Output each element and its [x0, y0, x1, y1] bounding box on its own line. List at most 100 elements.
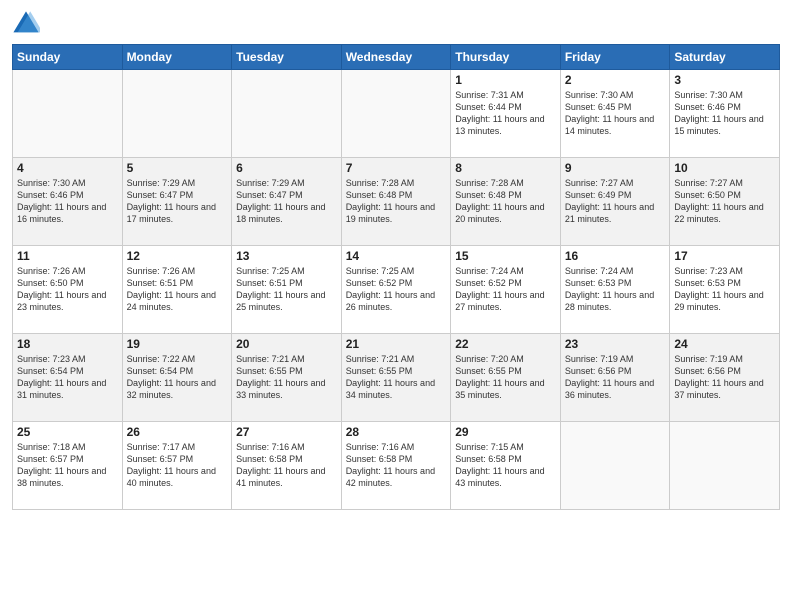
calendar-cell: 10 Sunrise: 7:27 AMSunset: 6:50 PMDayligh…: [670, 158, 780, 246]
day-info: Sunrise: 7:17 AMSunset: 6:57 PMDaylight:…: [127, 441, 228, 490]
day-info: Sunrise: 7:27 AMSunset: 6:50 PMDaylight:…: [674, 177, 775, 226]
day-info: Sunrise: 7:18 AMSunset: 6:57 PMDaylight:…: [17, 441, 118, 490]
day-info: Sunrise: 7:23 AMSunset: 6:54 PMDaylight:…: [17, 353, 118, 402]
col-header-friday: Friday: [560, 45, 670, 70]
day-info: Sunrise: 7:23 AMSunset: 6:53 PMDaylight:…: [674, 265, 775, 314]
calendar-cell: 14 Sunrise: 7:25 AMSunset: 6:52 PMDayligh…: [341, 246, 451, 334]
calendar-cell: 8 Sunrise: 7:28 AMSunset: 6:48 PMDaylight…: [451, 158, 561, 246]
page: SundayMondayTuesdayWednesdayThursdayFrid…: [0, 0, 792, 612]
day-info: Sunrise: 7:20 AMSunset: 6:55 PMDaylight:…: [455, 353, 556, 402]
logo: [12, 10, 44, 38]
day-info: Sunrise: 7:19 AMSunset: 6:56 PMDaylight:…: [565, 353, 666, 402]
calendar-cell: [560, 422, 670, 510]
day-number: 11: [17, 249, 118, 263]
calendar-cell: 4 Sunrise: 7:30 AMSunset: 6:46 PMDaylight…: [13, 158, 123, 246]
day-number: 15: [455, 249, 556, 263]
day-number: 23: [565, 337, 666, 351]
day-number: 21: [346, 337, 447, 351]
day-number: 26: [127, 425, 228, 439]
col-header-monday: Monday: [122, 45, 232, 70]
calendar-cell: 15Sunrise: 7:24 AMSunset: 6:52 PMDayligh…: [451, 246, 561, 334]
logo-icon: [12, 10, 40, 38]
day-number: 14: [346, 249, 447, 263]
day-info: Sunrise: 7:24 AMSunset: 6:53 PMDaylight:…: [565, 265, 666, 314]
day-info: Sunrise: 7:26 AMSunset: 6:50 PMDaylight:…: [17, 265, 118, 314]
calendar-cell: 18 Sunrise: 7:23 AMSunset: 6:54 PMDayligh…: [13, 334, 123, 422]
calendar-cell: 29 Sunrise: 7:15 AMSunset: 6:58 PMDayligh…: [451, 422, 561, 510]
day-info: Sunrise: 7:25 AMSunset: 6:51 PMDaylight:…: [236, 265, 337, 314]
calendar-week-2: 4 Sunrise: 7:30 AMSunset: 6:46 PMDaylight…: [13, 158, 780, 246]
calendar-cell: 16 Sunrise: 7:24 AMSunset: 6:53 PMDayligh…: [560, 246, 670, 334]
col-header-saturday: Saturday: [670, 45, 780, 70]
day-number: 19: [127, 337, 228, 351]
day-number: 25: [17, 425, 118, 439]
day-info: Sunrise: 7:27 AMSunset: 6:49 PMDaylight:…: [565, 177, 666, 226]
calendar-cell: 6 Sunrise: 7:29 AMSunset: 6:47 PMDaylight…: [232, 158, 342, 246]
day-info: Sunrise: 7:16 AMSunset: 6:58 PMDaylight:…: [346, 441, 447, 490]
calendar-cell: 20 Sunrise: 7:21 AMSunset: 6:55 PMDayligh…: [232, 334, 342, 422]
calendar-cell: 19Sunrise: 7:22 AMSunset: 6:54 PMDayligh…: [122, 334, 232, 422]
calendar-cell: [13, 70, 123, 158]
calendar-cell: [670, 422, 780, 510]
calendar-cell: [341, 70, 451, 158]
calendar-week-3: 11 Sunrise: 7:26 AMSunset: 6:50 PMDayligh…: [13, 246, 780, 334]
calendar-cell: 23 Sunrise: 7:19 AMSunset: 6:56 PMDayligh…: [560, 334, 670, 422]
day-number: 28: [346, 425, 447, 439]
calendar-cell: 21 Sunrise: 7:21 AMSunset: 6:55 PMDayligh…: [341, 334, 451, 422]
day-number: 17: [674, 249, 775, 263]
calendar-cell: 11 Sunrise: 7:26 AMSunset: 6:50 PMDayligh…: [13, 246, 123, 334]
day-number: 3: [674, 73, 775, 87]
calendar-cell: 3Sunrise: 7:30 AMSunset: 6:46 PMDaylight…: [670, 70, 780, 158]
calendar-week-5: 25 Sunrise: 7:18 AMSunset: 6:57 PMDayligh…: [13, 422, 780, 510]
day-info: Sunrise: 7:21 AMSunset: 6:55 PMDaylight:…: [236, 353, 337, 402]
day-number: 20: [236, 337, 337, 351]
calendar-cell: [122, 70, 232, 158]
day-number: 6: [236, 161, 337, 175]
day-number: 22: [455, 337, 556, 351]
day-number: 18: [17, 337, 118, 351]
day-number: 12: [127, 249, 228, 263]
calendar-cell: 17 Sunrise: 7:23 AMSunset: 6:53 PMDayligh…: [670, 246, 780, 334]
day-number: 8: [455, 161, 556, 175]
col-header-tuesday: Tuesday: [232, 45, 342, 70]
day-info: Sunrise: 7:25 AMSunset: 6:52 PMDaylight:…: [346, 265, 447, 314]
calendar-cell: 12 Sunrise: 7:26 AMSunset: 6:51 PMDayligh…: [122, 246, 232, 334]
day-info: Sunrise: 7:28 AMSunset: 6:48 PMDaylight:…: [455, 177, 556, 226]
calendar-cell: 9 Sunrise: 7:27 AMSunset: 6:49 PMDaylight…: [560, 158, 670, 246]
day-number: 29: [455, 425, 556, 439]
calendar-week-4: 18 Sunrise: 7:23 AMSunset: 6:54 PMDayligh…: [13, 334, 780, 422]
day-number: 10: [674, 161, 775, 175]
header: [12, 10, 780, 38]
day-info: Sunrise: 7:30 AMSunset: 6:46 PMDaylight:…: [17, 177, 118, 226]
day-number: 7: [346, 161, 447, 175]
day-number: 16: [565, 249, 666, 263]
day-info: Sunrise: 7:16 AMSunset: 6:58 PMDaylight:…: [236, 441, 337, 490]
calendar-cell: 28 Sunrise: 7:16 AMSunset: 6:58 PMDayligh…: [341, 422, 451, 510]
day-number: 24: [674, 337, 775, 351]
calendar-cell: 25 Sunrise: 7:18 AMSunset: 6:57 PMDayligh…: [13, 422, 123, 510]
day-number: 9: [565, 161, 666, 175]
calendar-cell: 22 Sunrise: 7:20 AMSunset: 6:55 PMDayligh…: [451, 334, 561, 422]
day-number: 4: [17, 161, 118, 175]
calendar-cell: 26 Sunrise: 7:17 AMSunset: 6:57 PMDayligh…: [122, 422, 232, 510]
calendar-cell: [232, 70, 342, 158]
day-info: Sunrise: 7:31 AMSunset: 6:44 PMDaylight:…: [455, 89, 556, 138]
col-header-wednesday: Wednesday: [341, 45, 451, 70]
col-header-thursday: Thursday: [451, 45, 561, 70]
day-info: Sunrise: 7:26 AMSunset: 6:51 PMDaylight:…: [127, 265, 228, 314]
day-info: Sunrise: 7:29 AMSunset: 6:47 PMDaylight:…: [236, 177, 337, 226]
day-info: Sunrise: 7:21 AMSunset: 6:55 PMDaylight:…: [346, 353, 447, 402]
calendar-cell: 7 Sunrise: 7:28 AMSunset: 6:48 PMDaylight…: [341, 158, 451, 246]
day-info: Sunrise: 7:15 AMSunset: 6:58 PMDaylight:…: [455, 441, 556, 490]
day-number: 13: [236, 249, 337, 263]
calendar-header-row: SundayMondayTuesdayWednesdayThursdayFrid…: [13, 45, 780, 70]
day-info: Sunrise: 7:29 AMSunset: 6:47 PMDaylight:…: [127, 177, 228, 226]
col-header-sunday: Sunday: [13, 45, 123, 70]
day-number: 1: [455, 73, 556, 87]
day-info: Sunrise: 7:28 AMSunset: 6:48 PMDaylight:…: [346, 177, 447, 226]
calendar-cell: 1 Sunrise: 7:31 AMSunset: 6:44 PMDaylight…: [451, 70, 561, 158]
day-number: 5: [127, 161, 228, 175]
day-number: 27: [236, 425, 337, 439]
calendar-cell: 27 Sunrise: 7:16 AMSunset: 6:58 PMDayligh…: [232, 422, 342, 510]
day-info: Sunrise: 7:19 AMSunset: 6:56 PMDaylight:…: [674, 353, 775, 402]
